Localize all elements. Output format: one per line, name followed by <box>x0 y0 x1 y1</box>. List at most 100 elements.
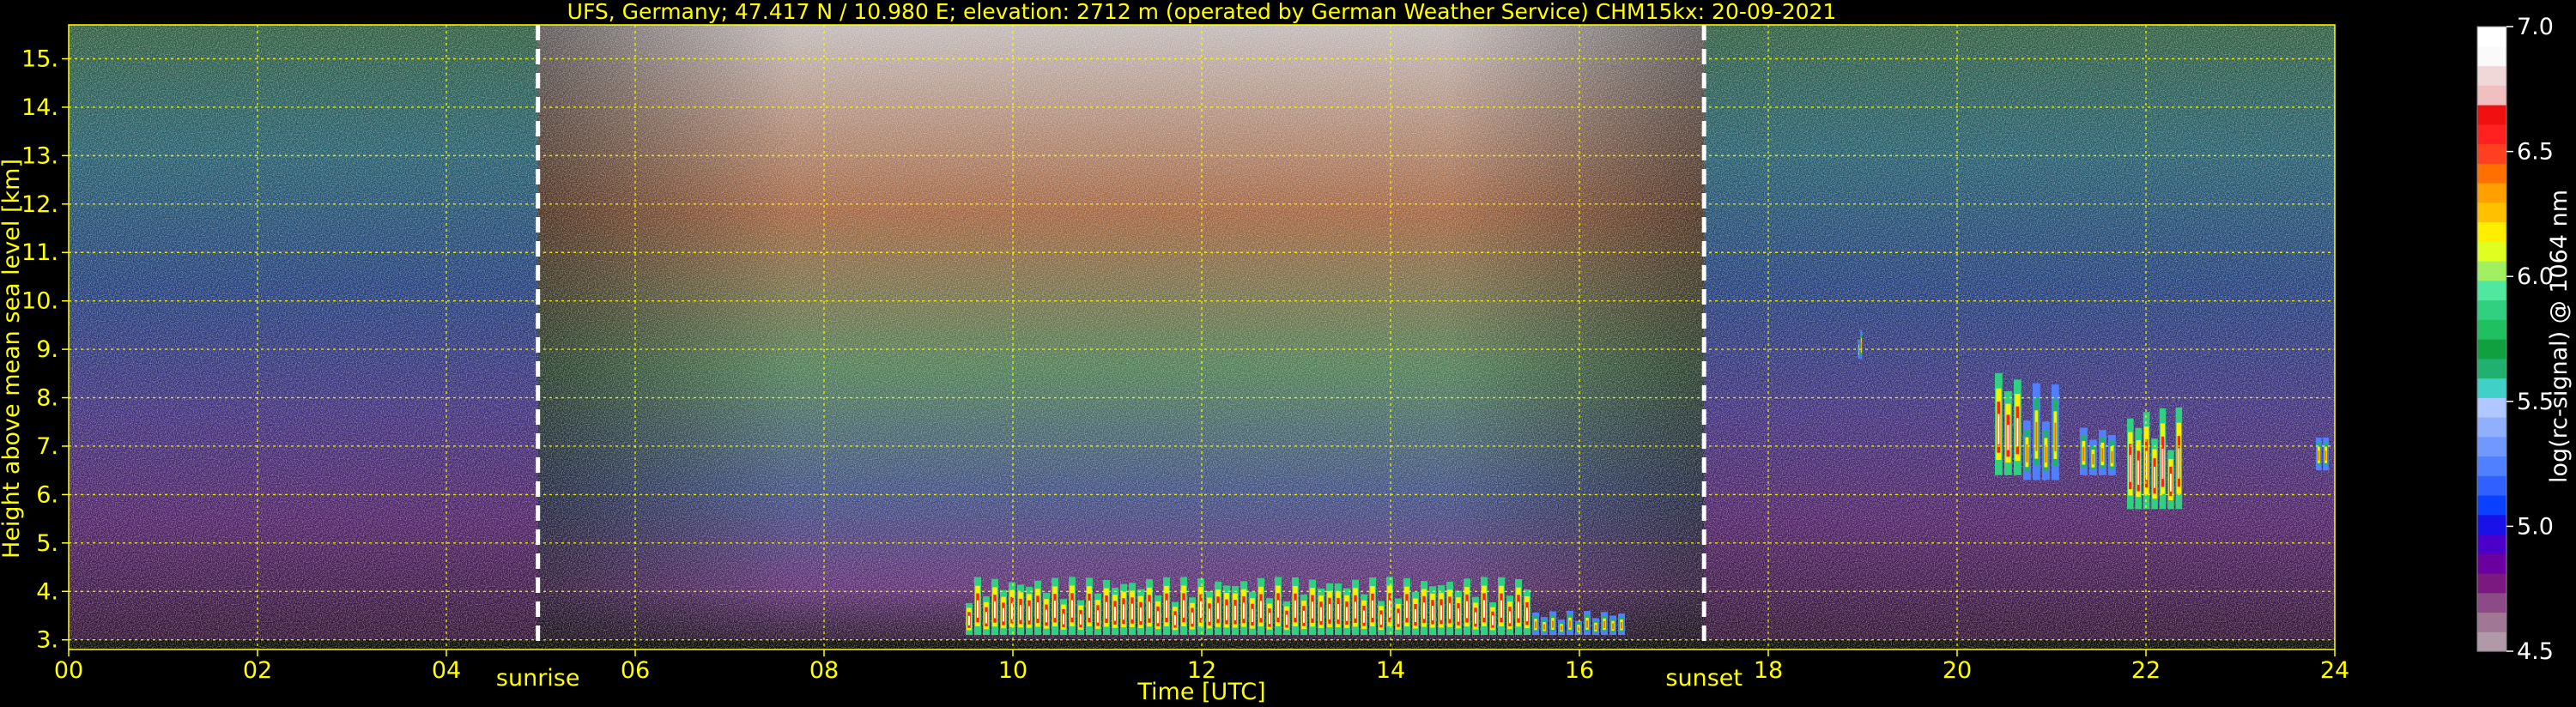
colorbar-swatch <box>2477 573 2506 594</box>
cloud-mark <box>1114 607 1116 621</box>
cloud-mark <box>1621 622 1622 629</box>
y-tick-label: 6. <box>36 481 58 508</box>
cloud-mark <box>1183 600 1185 618</box>
cloud-mark <box>2026 444 2028 462</box>
cloud-mark <box>1543 624 1545 630</box>
x-tick-label: 06 <box>621 657 650 684</box>
cloud-mark <box>2101 448 2104 462</box>
y-tick-label: 8. <box>36 385 58 412</box>
cloud-mark <box>1586 620 1588 628</box>
colorbar-tick-label: 6.5 <box>2517 139 2554 166</box>
x-tick-label: 16 <box>1565 657 1594 684</box>
x-tick-label: 14 <box>1376 657 1405 684</box>
colorbar-swatch <box>2477 163 2506 184</box>
chart-title: UFS, Germany; 47.417 N / 10.980 E; eleva… <box>567 0 1837 24</box>
cloud-mark <box>2137 460 2140 485</box>
cloud-mark <box>1123 604 1124 620</box>
cloud-mark <box>1003 607 1004 622</box>
cloud-mark <box>1097 610 1099 623</box>
colorbar-swatch <box>2477 183 2506 203</box>
colorbar-swatch <box>2477 495 2506 516</box>
cloud-mark <box>1569 620 1571 628</box>
cloud-mark <box>1312 601 1313 619</box>
cloud-mark <box>1483 600 1485 618</box>
cloud-mark <box>1106 601 1107 619</box>
colorbar-swatch <box>2477 436 2506 457</box>
colorbar-swatch <box>2477 202 2506 223</box>
colorbar-swatch <box>2477 319 2506 340</box>
y-tick-label: 12. <box>21 191 58 218</box>
cloud-mark <box>1131 603 1133 619</box>
cloud-mark <box>1440 605 1442 620</box>
cloud-mark <box>1475 612 1476 624</box>
x-tick-label: 08 <box>809 657 839 684</box>
cloud-mark <box>2054 422 2057 452</box>
cloud-mark <box>1432 606 1433 621</box>
y-tick-label: 7. <box>36 433 58 460</box>
cloud-mark <box>1552 620 1554 628</box>
cloud-mark <box>2092 454 2094 465</box>
cloud-mark <box>977 600 979 618</box>
cloud-mark <box>1858 347 1859 354</box>
cloud-mark <box>2178 448 2180 479</box>
cloud-mark <box>2016 417 2019 447</box>
colorbar-swatch <box>2477 417 2506 438</box>
cloud-mark <box>1252 608 1253 622</box>
cloud-mark <box>1603 620 1605 629</box>
colorbar-swatch <box>2477 534 2506 554</box>
cloud-mark <box>1518 601 1519 619</box>
colorbar-swatch <box>2477 65 2506 86</box>
colorbar-tick-label: 5.0 <box>2517 513 2554 540</box>
x-tick-label: 22 <box>2131 657 2161 684</box>
y-tick-label: 14. <box>21 94 58 121</box>
cloud-mark <box>1355 601 1356 619</box>
colorbar-swatch <box>2477 456 2506 476</box>
event-label-sunset: sunset <box>1665 665 1743 692</box>
x-tick-label: 02 <box>243 657 272 684</box>
colorbar-swatch <box>2477 339 2506 360</box>
colorbar-swatch <box>2477 241 2506 262</box>
cloud-mark <box>2045 444 2047 463</box>
cloud-mark <box>1140 607 1142 622</box>
cloud-mark <box>1088 600 1090 619</box>
colorbar-swatch <box>2477 299 2506 320</box>
colorbar-swatch <box>2477 221 2506 242</box>
cloud-mark <box>1406 601 1408 619</box>
colorbar-swatch <box>2477 612 2506 632</box>
cloud-mark <box>1449 602 1451 619</box>
colorbar-swatch <box>2477 553 2506 574</box>
colorbar-tick-label: 7.0 <box>2517 14 2554 40</box>
cloud-mark <box>1397 613 1399 625</box>
x-tick-label: 04 <box>432 657 461 684</box>
cloud-mark <box>1277 600 1279 618</box>
cloud-mark <box>1054 601 1056 619</box>
colorbar-label: log(rc-signal) @ 1064 nm <box>2546 190 2573 483</box>
cloud-mark <box>1037 602 1039 619</box>
cloud-mark <box>1372 600 1373 618</box>
cloud-mark <box>1209 608 1210 622</box>
cloud-mark <box>1028 606 1030 621</box>
cloud-mark <box>2318 450 2320 461</box>
colorbar: 7.06.56.05.55.04.5 <box>2476 14 2554 665</box>
cloud-mark <box>1346 607 1348 621</box>
cloud-mark <box>1174 614 1176 625</box>
cloud-mark <box>985 612 987 624</box>
ceilometer-chart: 00 02 04 06 08 10 12 14 16 18 20 22 243.4.5.6.7.8.9.… <box>0 0 2573 705</box>
y-tick-label: 13. <box>21 142 58 169</box>
colorbar-swatch <box>2477 143 2506 164</box>
colorbar-swatch <box>2477 27 2506 47</box>
cloud-mark <box>1046 609 1047 623</box>
cloud-mark <box>1595 625 1597 631</box>
cloud-mark <box>1458 608 1459 622</box>
cloud-mark <box>2082 446 2085 462</box>
cloud-mark <box>2161 448 2164 480</box>
x-tick-label: 20 <box>1943 657 1972 684</box>
cloud-mark <box>1294 600 1296 618</box>
cloud-mark <box>1380 614 1382 625</box>
cloud-mark <box>1071 600 1073 618</box>
cloud-mark <box>1217 602 1219 619</box>
cloud-mark <box>1260 601 1262 619</box>
cloud-mark <box>1320 607 1322 621</box>
cloud-mark <box>1561 625 1562 631</box>
colorbar-swatch <box>2477 397 2506 418</box>
